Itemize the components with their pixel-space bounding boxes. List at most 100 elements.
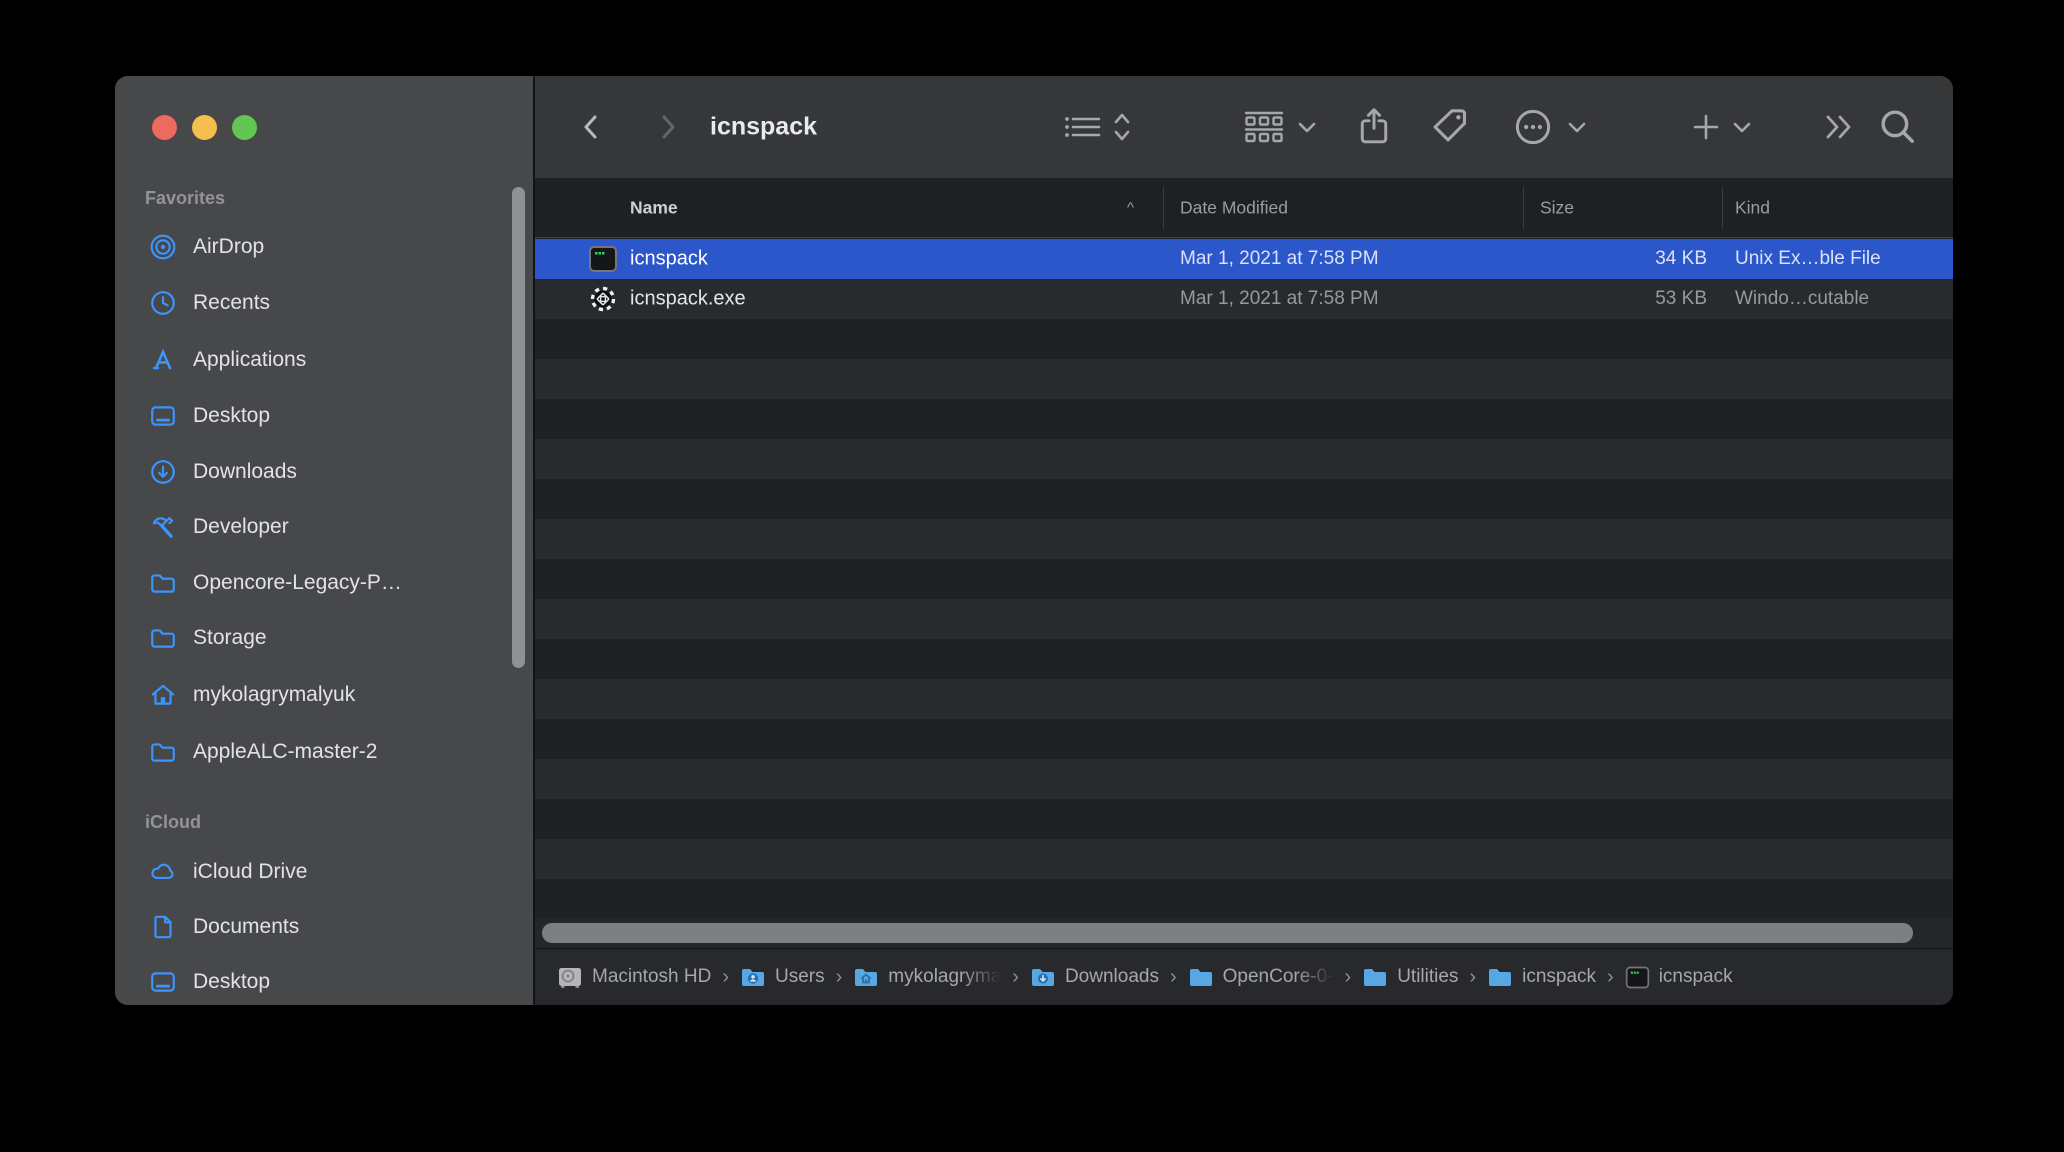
- path-separator: ›: [1169, 965, 1177, 988]
- column-header-date-modified[interactable]: Date Modified: [1180, 197, 1288, 218]
- sidebar-section-icloud: iCloud: [145, 812, 201, 832]
- document-icon: [148, 912, 178, 942]
- path-label: Macintosh HD: [592, 966, 712, 987]
- list-view-button[interactable]: [1063, 112, 1103, 142]
- sidebar-item-recents[interactable]: Recents: [115, 275, 533, 331]
- sidebar-item-label: Storage: [193, 626, 267, 649]
- path-label: Users: [775, 966, 825, 987]
- download-circle-icon: [148, 457, 178, 487]
- folder-icon: [1188, 964, 1214, 990]
- zoom-button[interactable]: [232, 115, 257, 140]
- path-separator: ›: [1012, 965, 1019, 988]
- path-item-home[interactable]: mykolagryma: [853, 964, 1001, 990]
- file-row-icnspack[interactable]: icnspack Mar 1, 2021 at 7:58 PM 34 KB Un…: [535, 239, 1953, 279]
- path-separator: ›: [1469, 965, 1477, 988]
- sidebar-item-desktop[interactable]: Desktop: [115, 388, 533, 444]
- sidebar-item-applealc[interactable]: AppleALC-master-2: [115, 724, 533, 780]
- path-label: mykolagryma: [888, 966, 1002, 987]
- sidebar-item-applications[interactable]: Applications: [115, 332, 533, 388]
- path-item-opencore[interactable]: OpenCore-0-: [1188, 964, 1334, 990]
- folder-icon: [148, 623, 178, 653]
- path-item-macintosh-hd[interactable]: Macintosh HD: [557, 964, 711, 990]
- column-divider[interactable]: [1163, 187, 1164, 229]
- sidebar-item-label: AirDrop: [193, 235, 265, 258]
- forward-button[interactable]: [655, 111, 681, 143]
- sidebar-item-icloud-desktop[interactable]: Desktop: [115, 954, 533, 1005]
- sidebar-item-storage[interactable]: Storage: [115, 610, 533, 666]
- toolbar-overflow-button[interactable]: [1823, 112, 1859, 142]
- sidebar-item-label: Desktop: [193, 404, 271, 427]
- new-item-plus-button[interactable]: [1690, 111, 1722, 143]
- horizontal-scrollbar-thumb[interactable]: [542, 923, 1913, 943]
- sidebar-item-label: Recents: [193, 291, 271, 314]
- file-list: icnspack Mar 1, 2021 at 7:58 PM 34 KB Un…: [535, 239, 1953, 919]
- path-label: OpenCore-0-: [1222, 966, 1334, 987]
- sidebar-item-label: Desktop: [193, 970, 271, 993]
- sidebar-item-airdrop[interactable]: AirDrop: [115, 219, 533, 275]
- path-item-users[interactable]: Users: [740, 964, 825, 990]
- desktop-icon: [148, 401, 178, 431]
- path-label: Utilities: [1397, 966, 1459, 987]
- file-date: Mar 1, 2021 at 7:58 PM: [1180, 248, 1379, 269]
- column-header-name[interactable]: Name: [630, 197, 678, 218]
- users-folder-icon: [740, 964, 766, 990]
- sidebar-item-documents[interactable]: Documents: [115, 899, 533, 955]
- column-header-size[interactable]: Size: [1540, 197, 1574, 218]
- finder-window: Favorites AirDrop Recents Applications D…: [115, 76, 1953, 1005]
- path-item-icnspack-folder[interactable]: icnspack: [1487, 964, 1596, 990]
- sidebar-item-downloads[interactable]: Downloads: [115, 444, 533, 500]
- more-actions-button[interactable]: [1513, 107, 1553, 147]
- sidebar-item-developer[interactable]: Developer: [115, 499, 533, 555]
- search-button[interactable]: [1877, 106, 1919, 148]
- file-date: Mar 1, 2021 at 7:58 PM: [1180, 288, 1379, 309]
- home-folder-icon: [853, 964, 879, 990]
- sidebar-item-icloud-drive[interactable]: iCloud Drive: [115, 844, 533, 900]
- file-size: 34 KB: [1655, 248, 1707, 269]
- close-button[interactable]: [152, 115, 177, 140]
- path-item-downloads[interactable]: Downloads: [1030, 964, 1159, 990]
- more-chevron-down-icon[interactable]: [1567, 120, 1587, 134]
- traffic-lights: [152, 115, 257, 140]
- sidebar-item-opencore-legacy[interactable]: Opencore-Legacy-P…: [115, 555, 533, 611]
- sidebar-item-label: AppleALC-master-2: [193, 740, 378, 763]
- column-divider[interactable]: [1523, 187, 1524, 229]
- folder-icon: [1362, 964, 1388, 990]
- sort-ascending-icon: ^: [1127, 199, 1135, 216]
- terminal-executable-icon: [588, 244, 618, 274]
- home-icon: [148, 680, 178, 710]
- toolbar: icnspack: [535, 76, 1953, 178]
- path-item-utilities[interactable]: Utilities: [1362, 964, 1458, 990]
- back-button[interactable]: [578, 111, 604, 143]
- gear-exe-icon: [588, 284, 618, 314]
- file-name: icnspack.exe: [630, 287, 746, 310]
- file-kind: Windo…cutable: [1735, 288, 1870, 309]
- sidebar-item-label: Documents: [193, 915, 300, 938]
- desktop-icon: [148, 967, 178, 997]
- sidebar-scrollbar[interactable]: [512, 187, 525, 668]
- plus-chevron-down-icon[interactable]: [1732, 120, 1752, 134]
- view-updown-chevrons-icon[interactable]: [1111, 110, 1133, 144]
- sidebar-item-home[interactable]: mykolagrymalyuk: [115, 667, 533, 723]
- cloud-icon: [148, 857, 178, 887]
- tag-button[interactable]: [1428, 106, 1472, 148]
- path-item-icnspack-file[interactable]: icnspack: [1625, 965, 1733, 990]
- sidebar-section-favorites: Favorites: [145, 188, 226, 208]
- minimize-button[interactable]: [192, 115, 217, 140]
- path-separator: ›: [722, 965, 729, 988]
- share-button[interactable]: [1355, 106, 1393, 148]
- downloads-folder-icon: [1030, 964, 1056, 990]
- path-separator: ›: [1344, 965, 1352, 988]
- folder-icon: [148, 737, 178, 767]
- group-button[interactable]: [1243, 110, 1285, 144]
- file-row-icnspack-exe[interactable]: icnspack.exe Mar 1, 2021 at 7:58 PM 53 K…: [535, 279, 1953, 319]
- group-chevron-down-icon[interactable]: [1297, 120, 1317, 134]
- sidebar-item-label: Opencore-Legacy-P…: [193, 571, 402, 594]
- sidebar: Favorites AirDrop Recents Applications D…: [115, 76, 535, 1005]
- terminal-executable-icon: [1625, 965, 1650, 990]
- path-separator: ›: [1607, 965, 1614, 988]
- horizontal-scrollbar-track: [535, 919, 1953, 948]
- column-header-kind[interactable]: Kind: [1735, 197, 1770, 218]
- column-divider[interactable]: [1722, 187, 1723, 229]
- path-label: Downloads: [1064, 966, 1159, 987]
- folder-icon: [148, 568, 178, 598]
